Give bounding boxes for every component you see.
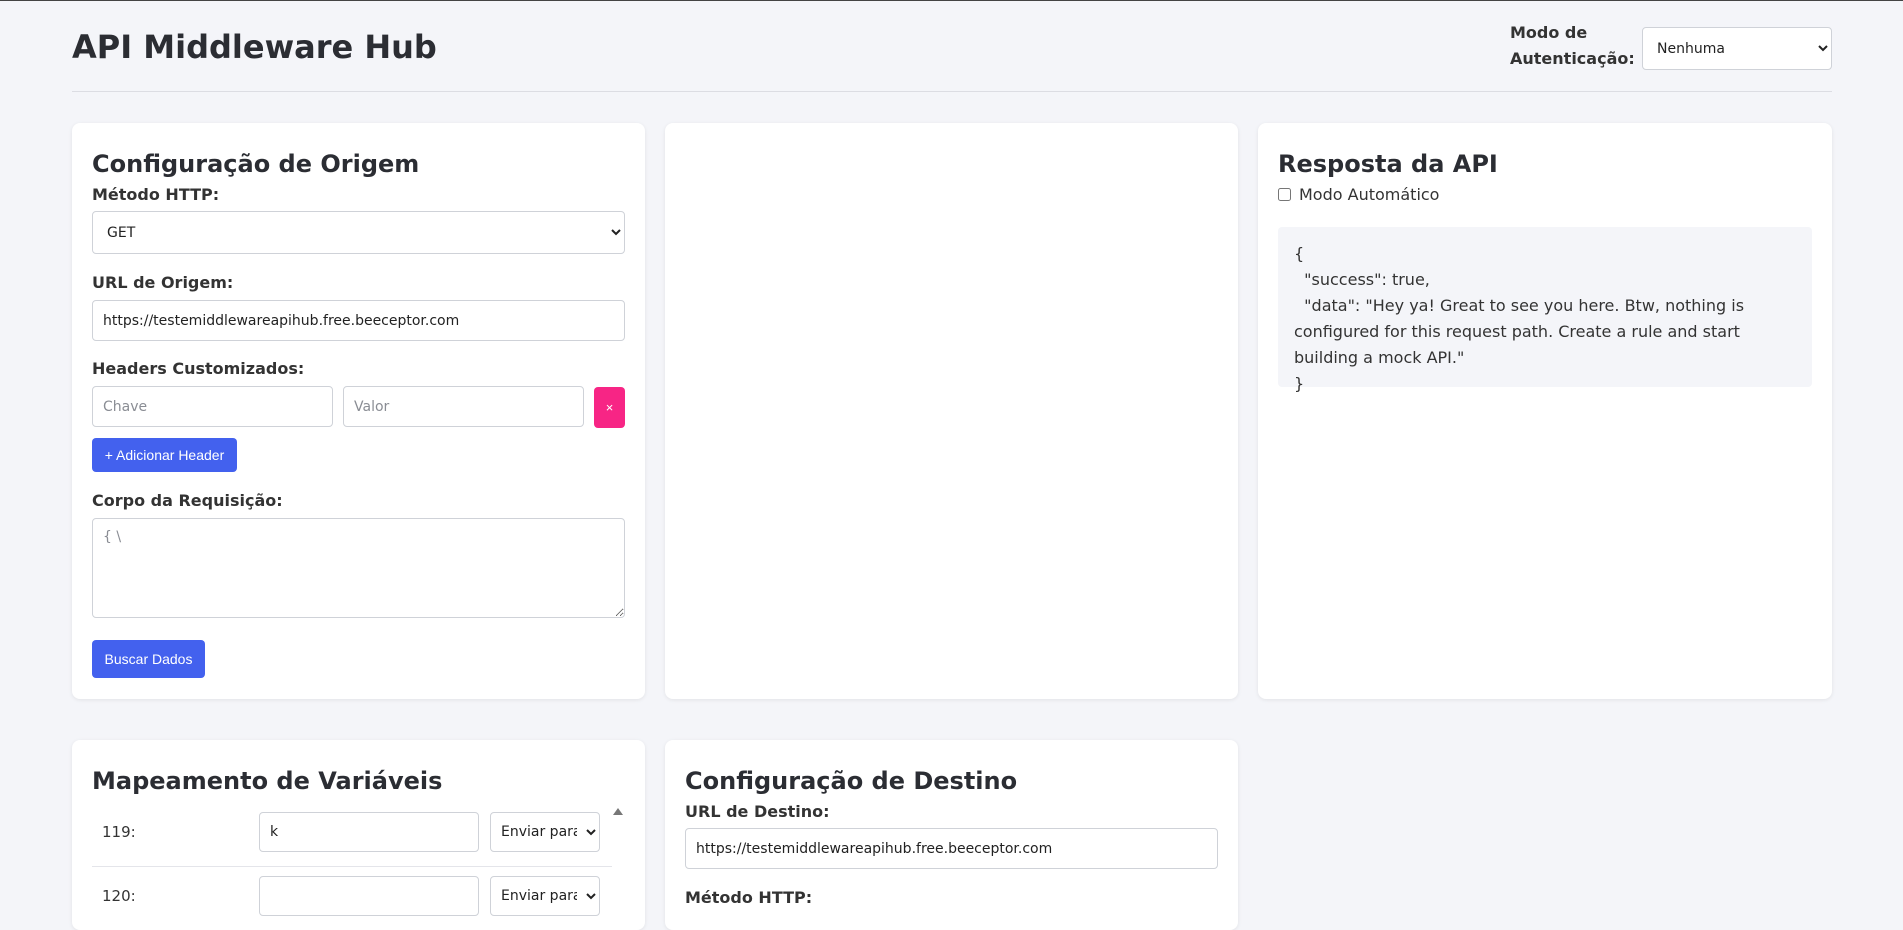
destination-config-title: Configuração de Destino bbox=[685, 767, 1018, 795]
variable-mapping-card: Mapeamento de Variáveis 119: Enviar para… bbox=[72, 740, 645, 930]
origin-config-title: Configuração de Origem bbox=[92, 150, 420, 178]
origin-url-label: URL de Origem: bbox=[92, 273, 234, 292]
api-response-card: Resposta da API Modo Automático { "succe… bbox=[1258, 123, 1832, 699]
origin-method-label: Método HTTP: bbox=[92, 185, 220, 204]
header-key-input[interactable] bbox=[92, 386, 333, 427]
scroll-up-arrow-icon[interactable] bbox=[613, 808, 623, 815]
table-row: 120: Enviar para bbox=[92, 867, 612, 930]
mapping-action-select-wrap: Enviar para bbox=[490, 812, 600, 852]
add-header-button[interactable]: + Adicionar Header bbox=[92, 438, 237, 472]
destination-config-card: Configuração de Destino URL de Destino: … bbox=[665, 740, 1238, 930]
auto-mode-label: Modo Automático bbox=[1299, 185, 1440, 204]
mapping-action-select[interactable]: Enviar para bbox=[490, 876, 600, 916]
origin-config-card: Configuração de Origem Método HTTP: GET … bbox=[72, 123, 645, 699]
destination-url-input[interactable] bbox=[685, 828, 1218, 869]
mapping-index: 119: bbox=[102, 823, 136, 841]
header-value-input[interactable] bbox=[343, 386, 584, 427]
origin-method-select-wrap: GET bbox=[92, 211, 625, 254]
origin-method-select[interactable]: GET bbox=[92, 211, 625, 254]
auth-mode-label: Modo de Autenticação: bbox=[1510, 23, 1635, 68]
page-title: API Middleware Hub bbox=[72, 28, 437, 66]
mapping-value-input[interactable] bbox=[259, 876, 479, 916]
auth-mode-select[interactable]: Nenhuma bbox=[1642, 27, 1832, 70]
auth-mode-select-wrap: Nenhuma bbox=[1642, 27, 1832, 70]
app-header: API Middleware Hub Modo de Autenticação:… bbox=[72, 0, 1832, 92]
destination-url-label: URL de Destino: bbox=[685, 802, 830, 821]
table-row: 119: Enviar para bbox=[92, 803, 612, 867]
middle-panel-card bbox=[665, 123, 1238, 699]
remove-header-button[interactable]: × bbox=[594, 387, 625, 428]
request-body-textarea[interactable] bbox=[92, 518, 625, 618]
api-response-body: { "success": true, "data": "Hey ya! Grea… bbox=[1278, 227, 1812, 393]
mapping-index: 120: bbox=[102, 887, 136, 905]
mapping-value-input[interactable] bbox=[259, 812, 479, 852]
mapping-list[interactable]: 119: Enviar para 120: Enviar para bbox=[72, 803, 645, 930]
mapping-action-select-wrap: Enviar para bbox=[490, 876, 600, 916]
custom-headers-label: Headers Customizados: bbox=[92, 359, 305, 378]
auto-mode-toggle[interactable]: Modo Automático bbox=[1278, 185, 1439, 204]
api-response-title: Resposta da API bbox=[1278, 150, 1498, 178]
auto-mode-checkbox[interactable] bbox=[1278, 188, 1291, 201]
fetch-data-button[interactable]: Buscar Dados bbox=[92, 640, 205, 678]
destination-method-label: Método HTTP: bbox=[685, 888, 813, 907]
origin-url-input[interactable] bbox=[92, 300, 625, 341]
mapping-action-select[interactable]: Enviar para bbox=[490, 812, 600, 852]
request-body-label: Corpo da Requisição: bbox=[92, 491, 283, 510]
variable-mapping-title: Mapeamento de Variáveis bbox=[92, 767, 443, 795]
